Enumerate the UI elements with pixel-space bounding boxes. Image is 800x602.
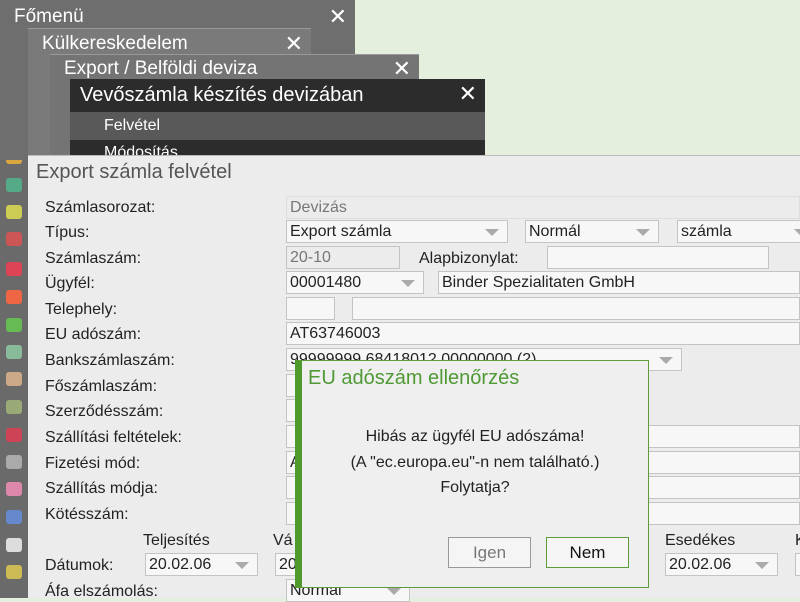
szamlaszam-field: 20-10 [286, 246, 400, 269]
label-szamlasorozat: Számlasorozat: [45, 199, 156, 216]
label-szamlaszam: Számlaszám: [45, 250, 142, 267]
eu-adoszam-input[interactable]: AT63746003 [286, 322, 800, 345]
eu-tax-check-dialog: EU adószám ellenőrzés Hibás az ügyfél EU… [295, 360, 649, 588]
label-ugyfel: Ügyfél: [45, 275, 95, 292]
telephely-name-input[interactable] [352, 297, 800, 320]
app-icon[interactable] [6, 428, 22, 442]
tipus-select[interactable]: Export számla [286, 220, 508, 243]
window-title: Főmenü [14, 6, 84, 27]
dialog-title: EU adószám ellenőrzés [308, 367, 520, 389]
label-vas: Vá [273, 532, 293, 549]
app-icon[interactable] [6, 510, 22, 524]
menu-item-felvetel[interactable]: Felvétel [70, 112, 485, 140]
telephely-code-input[interactable] [286, 297, 335, 320]
k-date-input[interactable] [795, 553, 800, 576]
close-icon[interactable]: ✕ [329, 0, 347, 34]
yes-button[interactable]: Igen [448, 537, 531, 568]
label-bankszamlaszam: Bankszámlaszám: [45, 352, 175, 369]
ugyfel-code-select[interactable]: 00001480 [286, 271, 424, 294]
app-icon[interactable] [6, 400, 22, 414]
label-afa-elszamolas: Áfa elszámolás: [45, 583, 158, 600]
window-title: Vevőszámla készítés devizában [80, 84, 364, 106]
label-tipus: Típus: [45, 224, 90, 241]
app-icon[interactable] [6, 565, 22, 579]
label-datumok: Dátumok: [45, 557, 114, 574]
app-icon[interactable] [6, 232, 22, 246]
label-kotesszam: Kötésszám: [45, 506, 129, 523]
label-alapbizonylat: Alapbizonylat: [419, 250, 519, 267]
app-icon[interactable] [6, 482, 22, 496]
app-icon[interactable] [6, 205, 22, 219]
app-icon[interactable] [6, 345, 22, 359]
ugyfel-name-input[interactable]: Binder Spezialitaten GmbH [438, 271, 800, 294]
teljesites-date-input[interactable]: 20.02.06 [145, 553, 258, 576]
label-eu-adoszam: EU adószám: [45, 326, 142, 343]
tipus3-select[interactable]: számla [677, 220, 800, 243]
app-icon[interactable] [6, 290, 22, 304]
label-foszamlaszam: Főszámlaszám: [45, 378, 158, 395]
close-icon[interactable]: ✕ [459, 79, 477, 109]
dialog-message-line: (A "ec.europa.eu"-n nem található.) [350, 454, 600, 471]
no-button[interactable]: Nem [546, 537, 629, 568]
szamlasorozat-field: Devizás [286, 196, 800, 219]
window-title: Export / Belföldi deviza [64, 58, 258, 79]
app-icon[interactable] [6, 372, 22, 386]
window-title: Külkereskedelem [42, 33, 188, 54]
alapbizonylat-input[interactable] [547, 246, 769, 269]
label-fizetesi-mod: Fizetési mód: [45, 455, 141, 472]
dialog-message-line: Folytatja? [440, 479, 510, 496]
label-szerzodesszam: Szerződésszám: [45, 403, 164, 420]
label-esedekes: Esedékes [665, 532, 736, 549]
label-szallitas-modja: Szállítás módja: [45, 480, 158, 497]
window-vevoszamla: Vevőszámla készítés devizában ✕ Felvétel… [70, 79, 485, 157]
app-icon[interactable] [6, 318, 22, 332]
esedekes-date-input[interactable]: 20.02.06 [665, 553, 778, 576]
form-title: Export számla felvétel [36, 161, 232, 183]
app-icon[interactable] [6, 178, 22, 192]
label-szallitasi-feltetelek: Szállítási feltételek: [45, 429, 182, 446]
tipus2-select[interactable]: Normál [525, 220, 659, 243]
app-icon[interactable] [6, 538, 22, 552]
dialog-message-line: Hibás az ügyfél EU adószáma! [365, 428, 585, 445]
app-icon[interactable] [6, 455, 22, 469]
app-icon[interactable] [6, 262, 22, 276]
label-k: K [795, 531, 800, 551]
label-telephely: Telephely: [45, 301, 118, 318]
label-teljesites: Teljesítés [143, 532, 210, 549]
